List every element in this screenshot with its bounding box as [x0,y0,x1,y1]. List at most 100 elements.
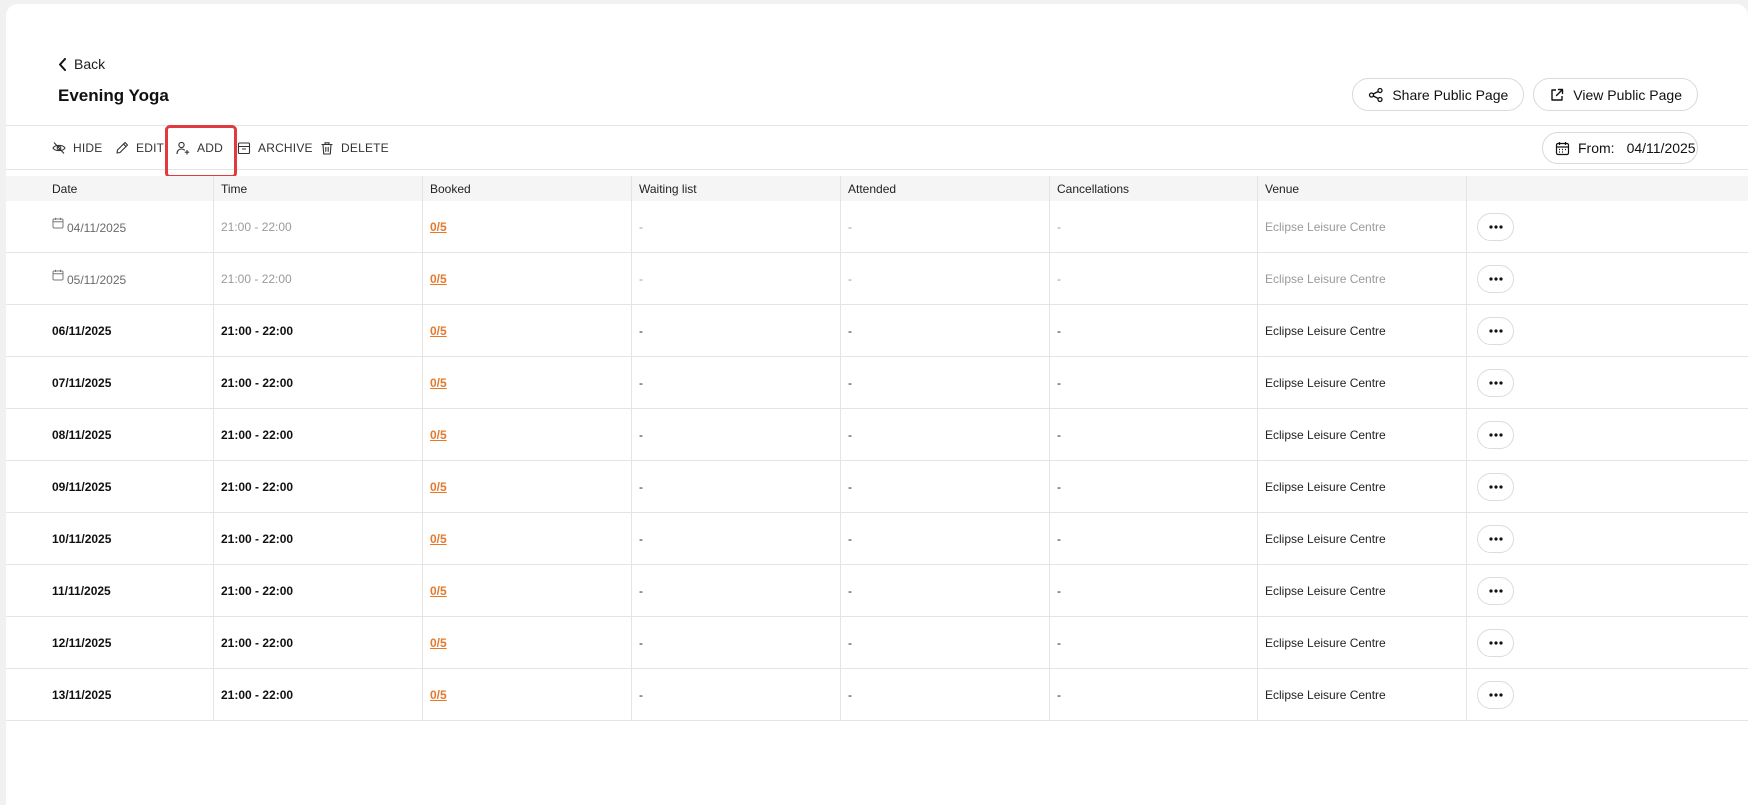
cell-actions [1467,357,1748,408]
cell-booked: 0/5 [423,305,632,356]
date-text: 07/11/2025 [52,375,112,390]
table-row: 08/11/2025 21:00 - 22:00 0/5- - - Eclipse Lei… [6,409,1748,461]
cell-date: 10/11/2025 [6,513,214,564]
more-horizontal-icon [1488,588,1503,593]
back-link[interactable]: Back [58,56,105,72]
cell-cancellations: - [1050,357,1258,408]
cell-time: 21:00 - 22:00 [214,201,423,252]
more-horizontal-icon [1488,380,1503,385]
cell-booked: 0/5 [423,565,632,616]
column-header-venue: Venue [1258,176,1467,201]
sessions-table: Date Time Booked Waiting list Attended C… [6,176,1748,721]
date-text: 06/11/2025 [52,323,112,338]
cell-cancellations: - [1050,305,1258,356]
table-header: Date Time Booked Waiting list Attended C… [6,176,1748,201]
trash-icon [321,142,333,155]
cell-date: 11/11/2025 [6,565,214,616]
row-more-button[interactable] [1477,316,1514,345]
table-row: 11/11/2025 21:00 - 22:00 0/5- - - Eclipse Lei… [6,565,1748,617]
cell-actions [1467,669,1748,720]
table-row: 09/11/2025 21:00 - 22:00 0/5- - - Eclipse Lei… [6,461,1748,513]
cell-booked: 0/5 [423,617,632,668]
cell-booked: 0/5 [423,357,632,408]
delete-button[interactable]: DELETE [320,126,389,170]
cell-waiting-list: - [632,513,841,564]
cell-venue: Eclipse Leisure Centre [1258,253,1467,304]
archive-button[interactable]: ARCHIVE [237,126,313,170]
row-more-button[interactable] [1477,212,1514,241]
booked-link[interactable]: 0/5 [430,480,447,494]
cell-cancellations: - [1050,669,1258,720]
booked-link[interactable]: 0/5 [430,220,447,234]
event-detail-card: Back Evening Yoga Share Public Page View… [6,4,1748,805]
from-value: 04/11/2025 [1626,140,1696,156]
cell-cancellations: - [1050,617,1258,668]
cell-actions [1467,461,1748,512]
cell-date: 04/11/2025 [6,201,214,252]
table-row: 06/11/2025 21:00 - 22:00 0/5- - - Eclipse Lei… [6,305,1748,357]
cell-waiting-list: - [632,617,841,668]
chevron-left-icon [59,57,66,71]
row-more-button[interactable] [1477,628,1514,657]
cell-venue: Eclipse Leisure Centre [1258,357,1467,408]
share-icon [1369,87,1383,102]
cell-attended: - [841,669,1050,720]
booked-link[interactable]: 0/5 [430,324,447,338]
view-public-page-label: View Public Page [1573,86,1682,103]
row-more-button[interactable] [1477,524,1514,553]
more-horizontal-icon [1488,640,1503,645]
cell-attended: - [841,513,1050,564]
row-more-button[interactable] [1477,368,1514,397]
row-more-button[interactable] [1477,576,1514,605]
from-date-picker[interactable]: From: 04/11/2025 [1542,132,1698,164]
delete-label: DELETE [341,141,389,155]
view-public-page-button[interactable]: View Public Page [1533,78,1698,111]
add-button[interactable]: ADD [165,125,237,178]
cell-actions [1467,409,1748,460]
hide-label: HIDE [73,141,103,155]
row-more-button[interactable] [1477,420,1514,449]
table-row: 04/11/2025 21:00 - 22:00 0/5- - - Eclipse Lei… [6,201,1748,253]
booked-link[interactable]: 0/5 [430,584,447,598]
booked-link[interactable]: 0/5 [430,376,447,390]
cell-time: 21:00 - 22:00 [214,461,423,512]
column-header-attended: Attended [841,176,1050,201]
cell-venue: Eclipse Leisure Centre [1258,201,1467,252]
hide-button[interactable]: HIDE [52,126,102,170]
cell-waiting-list: - [632,305,841,356]
cell-time: 21:00 - 22:00 [214,305,423,356]
date-text: 11/11/2025 [52,583,111,598]
cell-venue: Eclipse Leisure Centre [1258,305,1467,356]
cell-booked: 0/5 [423,461,632,512]
row-more-button[interactable] [1477,680,1514,709]
cell-booked: 0/5 [423,513,632,564]
booked-link[interactable]: 0/5 [430,532,447,546]
column-header-time: Time [214,176,423,201]
column-header-date: Date [6,176,214,201]
cell-date: 12/11/2025 [6,617,214,668]
cell-venue: Eclipse Leisure Centre [1258,565,1467,616]
more-horizontal-icon [1488,536,1503,541]
cell-date: 09/11/2025 [6,461,214,512]
cell-date: 13/11/2025 [6,669,214,720]
date-text: 12/11/2025 [52,635,112,650]
booked-link[interactable]: 0/5 [430,428,447,442]
edit-button[interactable]: EDIT [115,126,164,170]
row-more-button[interactable] [1477,472,1514,501]
back-label: Back [74,56,106,72]
cell-booked: 0/5 [423,669,632,720]
table-row: 10/11/2025 21:00 - 22:00 0/5- - - Eclipse Lei… [6,513,1748,565]
table-row: 13/11/2025 21:00 - 22:00 0/5- - - Eclipse Lei… [6,669,1748,721]
booked-link[interactable]: 0/5 [430,272,447,286]
booked-link[interactable]: 0/5 [430,688,447,702]
row-more-button[interactable] [1477,264,1514,293]
cell-actions [1467,617,1748,668]
table-row: 07/11/2025 21:00 - 22:00 0/5- - - Eclipse Lei… [6,357,1748,409]
cell-venue: Eclipse Leisure Centre [1258,617,1467,668]
cell-time: 21:00 - 22:00 [214,357,423,408]
cell-attended: - [841,305,1050,356]
share-public-page-button[interactable]: Share Public Page [1352,78,1525,111]
cell-attended: - [841,357,1050,408]
booked-link[interactable]: 0/5 [430,636,447,650]
cell-actions [1467,305,1748,356]
